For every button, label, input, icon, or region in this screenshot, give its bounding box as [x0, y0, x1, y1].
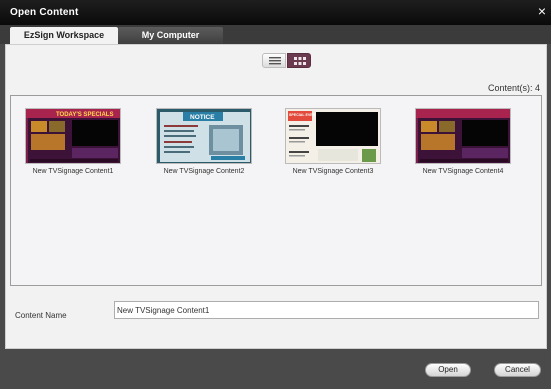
- thumb-title: TODAY'S SPECIALS: [56, 112, 113, 118]
- content-grid: TODAY'S SPECIALS New TVSignage Content1: [10, 95, 542, 286]
- list-icon: [269, 57, 281, 65]
- close-icon[interactable]: ×: [535, 3, 549, 19]
- content-thumbnail[interactable]: NOTICE: [156, 108, 252, 164]
- view-toggle: [262, 53, 316, 68]
- content-name-input[interactable]: [114, 301, 539, 319]
- content-thumbnail[interactable]: TODAY'S SPECIALS: [25, 108, 121, 164]
- open-content-dialog: Open Content × EzSign Workspace My Compu…: [0, 0, 551, 389]
- grid-icon: [294, 57, 306, 65]
- title-bar: Open Content ×: [0, 0, 551, 25]
- content-label: New TVSignage Content4: [422, 168, 504, 175]
- content-thumbnail[interactable]: SPECIAL EVENT: [285, 108, 381, 164]
- dialog-title: Open Content: [10, 7, 79, 18]
- content-label: New TVSignage Content2: [163, 168, 245, 175]
- tab-ezsign-workspace[interactable]: EzSign Workspace: [10, 27, 118, 44]
- list-view-button[interactable]: [262, 53, 286, 68]
- content-name-row: Content Name: [6, 301, 548, 321]
- content-name-label: Content Name: [15, 311, 67, 320]
- thumb-title: NOTICE: [190, 114, 215, 121]
- workspace-panel: Content(s): 4 TODAY'S SPECIALS New TVSig…: [5, 44, 547, 349]
- open-button[interactable]: Open: [425, 363, 471, 377]
- thumb-title: SPECIAL EVENT: [289, 113, 318, 117]
- dialog-footer: Open Cancel: [0, 349, 551, 389]
- cancel-button[interactable]: Cancel: [494, 363, 541, 377]
- content-label: New TVSignage Content1: [32, 168, 114, 175]
- content-thumbnail[interactable]: [415, 108, 511, 164]
- grid-view-button[interactable]: [287, 53, 311, 68]
- tab-strip: EzSign Workspace My Computer: [0, 25, 551, 44]
- content-label: New TVSignage Content3: [292, 168, 374, 175]
- tab-my-computer[interactable]: My Computer: [118, 27, 223, 44]
- content-count: Content(s): 4: [487, 83, 540, 93]
